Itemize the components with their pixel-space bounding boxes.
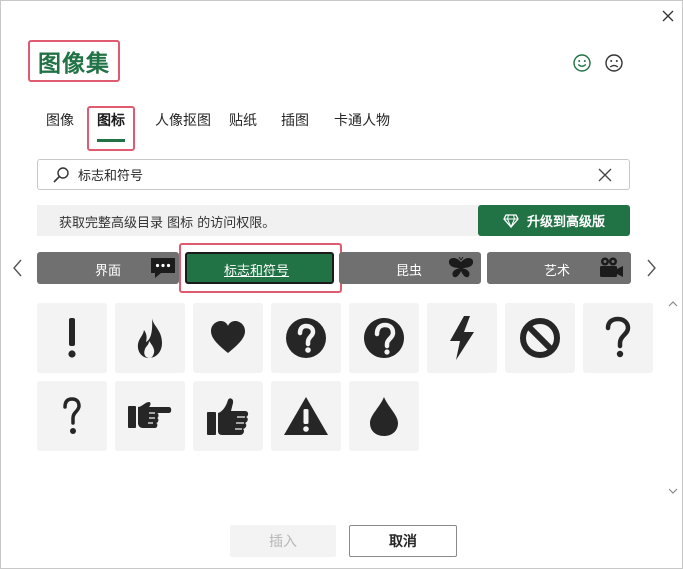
question-hook-icon — [63, 397, 81, 434]
search-icon — [53, 167, 69, 183]
icons-dialog: 图像集 图像 图标 人像抠图 贴纸 插图 卡通人物 获取完整高级目录 图标 的访… — [0, 0, 683, 569]
icon-tile[interactable] — [115, 303, 185, 373]
tab-images[interactable]: 图像 — [37, 105, 83, 135]
lightning-icon — [450, 316, 474, 360]
icon-tile[interactable] — [349, 381, 419, 451]
icon-tile[interactable] — [193, 303, 263, 373]
smile-icon[interactable] — [572, 53, 592, 73]
dialog-title-box: 图像集 — [28, 40, 120, 82]
category-art[interactable]: 艺术 — [487, 252, 631, 284]
icon-tile[interactable] — [505, 303, 575, 373]
question-mark-icon — [605, 316, 631, 358]
tab-illustrations[interactable]: 插图 — [275, 105, 315, 135]
flame-icon — [137, 318, 162, 358]
icon-tile[interactable] — [271, 381, 341, 451]
tab-highlight-box — [87, 106, 135, 151]
close-button[interactable] — [657, 5, 679, 27]
clear-icon[interactable] — [597, 167, 613, 183]
heart-icon — [211, 321, 245, 353]
icon-tile[interactable] — [427, 303, 497, 373]
tab-cartoon-people[interactable]: 卡通人物 — [327, 105, 397, 135]
tab-cutout-people[interactable]: 人像抠图 — [143, 105, 223, 135]
chevron-right-icon[interactable] — [644, 257, 658, 279]
search-box — [37, 159, 630, 190]
icon-tile[interactable] — [37, 303, 107, 373]
icon-tile[interactable] — [271, 303, 341, 373]
chevron-left-icon[interactable] — [11, 257, 25, 279]
icon-tile[interactable] — [193, 381, 263, 451]
pointing-hand-icon — [128, 402, 172, 428]
speech-bubble-icon — [151, 258, 175, 278]
grid-scrollbar[interactable] — [666, 301, 680, 511]
upgrade-label: 升级到高级版 — [526, 215, 605, 230]
icon-tile[interactable] — [115, 381, 185, 451]
dialog-title: 图像集 — [38, 51, 110, 77]
icon-tile[interactable] — [583, 303, 653, 373]
frown-icon[interactable] — [604, 53, 624, 73]
tab-stickers[interactable]: 贴纸 — [223, 105, 263, 135]
question-keyhole-icon — [364, 318, 404, 358]
premium-promo-bar: 获取完整高级目录 图标 的访问权限。 升级到高级版 — [37, 205, 630, 236]
question-circle-icon — [286, 318, 326, 358]
movie-camera-icon — [600, 257, 623, 277]
cancel-button[interactable]: 取消 — [349, 525, 457, 557]
prohibited-icon — [520, 318, 560, 358]
warning-icon — [284, 397, 328, 435]
icon-tile[interactable] — [37, 381, 107, 451]
category-highlight-box — [179, 243, 342, 293]
close-icon — [662, 10, 674, 22]
search-input[interactable] — [78, 162, 578, 187]
insert-button[interactable]: 插入 — [230, 525, 336, 557]
upgrade-button[interactable]: 升级到高级版 — [478, 205, 630, 236]
water-drop-icon — [370, 397, 398, 436]
category-interface[interactable]: 界面 — [37, 252, 179, 284]
thumbs-up-icon — [207, 398, 249, 435]
exclamation-icon — [68, 318, 76, 358]
promo-text: 获取完整高级目录 图标 的访问权限。 — [59, 216, 276, 231]
butterfly-icon — [448, 256, 474, 278]
icon-tile[interactable] — [349, 303, 419, 373]
category-insects[interactable]: 昆虫 — [339, 252, 481, 284]
diamond-icon — [503, 213, 519, 228]
